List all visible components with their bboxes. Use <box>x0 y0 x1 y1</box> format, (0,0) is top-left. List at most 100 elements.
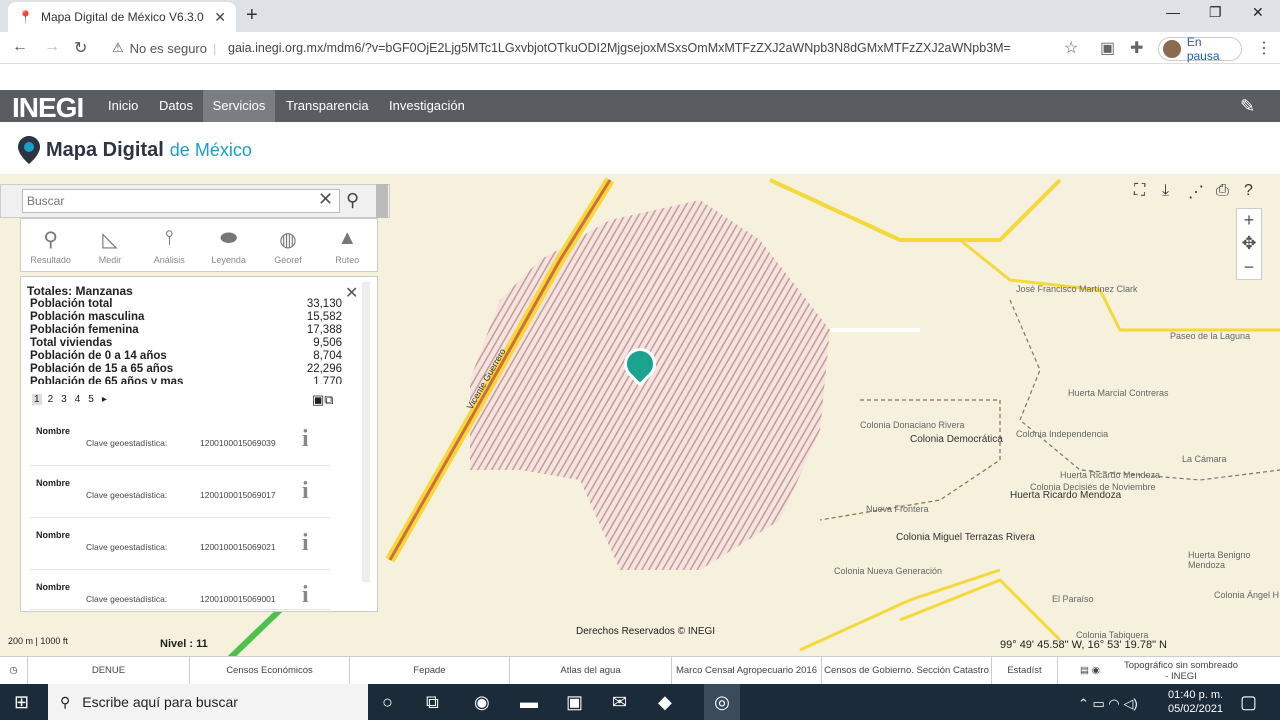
search-icon[interactable]: ⚲ <box>346 190 359 211</box>
tool-analisis[interactable]: ⫯ Análisis <box>144 227 194 265</box>
analysis-icon: ⫯ <box>164 227 174 249</box>
facebook-icon[interactable]: ▣ <box>1100 38 1115 58</box>
layer-item[interactable]: Marco Censal Agropecuario 2016 <box>672 656 822 685</box>
map-label: Paseo de la Laguna <box>1170 331 1251 341</box>
app-icon[interactable]: ◆ <box>658 692 672 713</box>
tool-label: Ruteo <box>335 255 360 265</box>
map-label: Colonia Ángel H <box>1214 590 1280 600</box>
map-label: Nueva Frontera <box>866 504 929 514</box>
layer-item[interactable]: Censos de Gobierno. Sección Catastro <box>822 656 992 685</box>
forward-icon[interactable]: → <box>44 38 60 56</box>
taskbar-clock[interactable]: 01:40 p. m. 05/02/2021 <box>1168 688 1223 716</box>
windows-start-icon[interactable]: ⊞ <box>14 692 29 713</box>
layer-item[interactable]: Fepade <box>350 656 510 685</box>
tool-ruteo[interactable]: ▲ Ruteo <box>322 227 372 265</box>
list-item[interactable]: Nombre Clave geoestadística: 1200100015069… <box>30 524 330 570</box>
mail-icon[interactable]: ✉ <box>612 692 627 713</box>
list-item[interactable]: Nombre Clave geoestadística: 1200100015069… <box>30 420 330 466</box>
list-item[interactable]: Nombre Clave geoestadística: 1200100015069… <box>30 576 330 610</box>
menu-icon[interactable]: ⋮ <box>1256 38 1272 58</box>
layer-item[interactable]: Estadíst <box>992 656 1058 685</box>
collapse-panel-handle[interactable] <box>376 184 388 218</box>
notifications-icon[interactable]: ▢ <box>1240 692 1257 713</box>
file-explorer-icon[interactable]: ▬ <box>520 692 538 713</box>
totals-row: Población de 65 años y mas 1,770 <box>30 376 342 384</box>
tool-label: Leyenda <box>211 255 246 265</box>
totals-row: Población total 33,130 <box>30 298 342 310</box>
fullscreen-icon[interactable]: ⛶ <box>1134 182 1145 200</box>
map-label: El Paraíso <box>1052 594 1094 604</box>
edit-icon[interactable]: ✎ <box>1240 96 1255 117</box>
tool-label: Análisis <box>153 255 185 265</box>
back-icon[interactable]: ← <box>12 38 28 56</box>
nav-transparencia[interactable]: Transparencia <box>278 90 377 122</box>
tab-title: Mapa Digital de México V6.3.0 <box>40 10 204 24</box>
inegi-logo[interactable]: INEGI <box>12 92 84 124</box>
browser-tab[interactable]: 📍 Mapa Digital de México V6.3.0 ✕ <box>8 2 236 32</box>
nav-datos[interactable]: Datos <box>151 90 201 122</box>
bookmark-star-icon[interactable]: ☆ <box>1064 38 1078 58</box>
zoom-in-icon[interactable]: + <box>1244 210 1255 231</box>
task-view-icon[interactable]: ⧉ <box>426 692 439 713</box>
zoom-level: Nivel : 11 <box>160 638 208 650</box>
nav-inicio[interactable]: Inicio <box>100 90 146 122</box>
next-page-icon[interactable]: ▸ <box>100 394 109 405</box>
clear-search-icon[interactable]: ✕ <box>318 189 333 210</box>
print-icon[interactable]: ⎙ <box>1216 182 1229 200</box>
minimize-button[interactable]: — <box>1166 4 1180 20</box>
clock-date: 05/02/2021 <box>1168 703 1224 715</box>
avatar <box>1163 40 1181 58</box>
coordinates-readout: 99° 49' 45.58" W, 16° 53' 19.78" N <box>1000 639 1167 651</box>
edge-icon[interactable]: ◉ <box>474 692 490 713</box>
chrome-icon[interactable]: ◎ <box>704 684 740 720</box>
copyright: Derechos Reservados © INEGI <box>576 626 716 637</box>
nav-servicios[interactable]: Servicios <box>203 90 275 122</box>
tool-label: Resultado <box>30 255 71 265</box>
tool-resultado[interactable]: ⚲ Resultado <box>26 227 76 265</box>
page-4[interactable]: 4 <box>73 394 83 405</box>
basemap-icons[interactable]: ▤ ◉ <box>1058 657 1122 685</box>
extensions-icon[interactable]: ✚ <box>1130 38 1143 58</box>
taskbar-search-placeholder: Escribe aquí para buscar <box>82 694 238 710</box>
new-tab-button[interactable]: + <box>246 4 258 27</box>
close-tab-icon[interactable]: ✕ <box>214 9 226 26</box>
store-icon[interactable]: ▣ <box>566 692 583 713</box>
nav-investigacion[interactable]: Investigación <box>381 90 473 122</box>
tool-label: Georef <box>274 255 302 265</box>
layer-item[interactable]: DENUE <box>28 656 190 685</box>
cortana-icon[interactable]: ○ <box>382 692 393 713</box>
layer-item[interactable]: Atlas del agua <box>510 656 672 685</box>
system-tray-icons[interactable]: ⌃ ▭ ◠ ◁) <box>1078 696 1138 712</box>
maximize-button[interactable]: ❐ <box>1209 4 1222 21</box>
page-3[interactable]: 3 <box>59 394 69 405</box>
basemap-label[interactable]: Topográfico sin sombreado - INEGI <box>1122 657 1240 685</box>
close-icon[interactable]: ✕ <box>345 283 358 303</box>
totals-row: Total viviendas 9,506 <box>30 337 342 349</box>
map-label: La Cámara <box>1182 454 1227 464</box>
help-icon[interactable]: ? <box>1244 182 1253 200</box>
page-5[interactable]: 5 <box>86 394 96 405</box>
search-input[interactable] <box>22 189 340 213</box>
zoom-out-icon[interactable]: − <box>1244 257 1255 278</box>
scrollbar[interactable] <box>362 282 370 582</box>
clock-icon[interactable]: ◷ <box>0 656 28 685</box>
tool-medir[interactable]: ◺ Medir <box>85 227 135 265</box>
address-bar[interactable]: gaia.inegi.org.mx/mdm6/?v=bGF0OjE2Ljg5MT… <box>228 41 1011 55</box>
reload-icon[interactable]: ↻ <box>74 38 87 58</box>
close-window-button[interactable]: ✕ <box>1252 4 1264 21</box>
layer-item[interactable]: Censos Económicos <box>190 656 350 685</box>
tool-georef[interactable]: ◍ Georef <box>263 227 313 265</box>
share-icon[interactable]: ⋰ <box>1188 182 1204 202</box>
page-2[interactable]: 2 <box>46 394 56 405</box>
tool-leyenda[interactable]: ⬬ Leyenda <box>204 227 254 265</box>
security-indicator[interactable]: ⚠ No es seguro | <box>112 40 216 56</box>
page-1[interactable]: 1 <box>32 394 42 405</box>
totals-title: Totales: Manzanas <box>27 284 133 298</box>
profile-button[interactable]: En pausa <box>1158 35 1242 63</box>
view-toggle-icon[interactable]: ▣⧉ <box>312 392 334 408</box>
recenter-icon[interactable]: ✥ <box>1241 233 1256 254</box>
list-item[interactable]: Nombre Clave geoestadística: 1200100015069… <box>30 472 330 518</box>
taskbar-search[interactable]: ⚲ Escribe aquí para buscar <box>48 684 368 720</box>
clock-time: 01:40 p. m. <box>1168 689 1224 701</box>
download-icon[interactable]: ⤓ <box>1162 182 1169 200</box>
